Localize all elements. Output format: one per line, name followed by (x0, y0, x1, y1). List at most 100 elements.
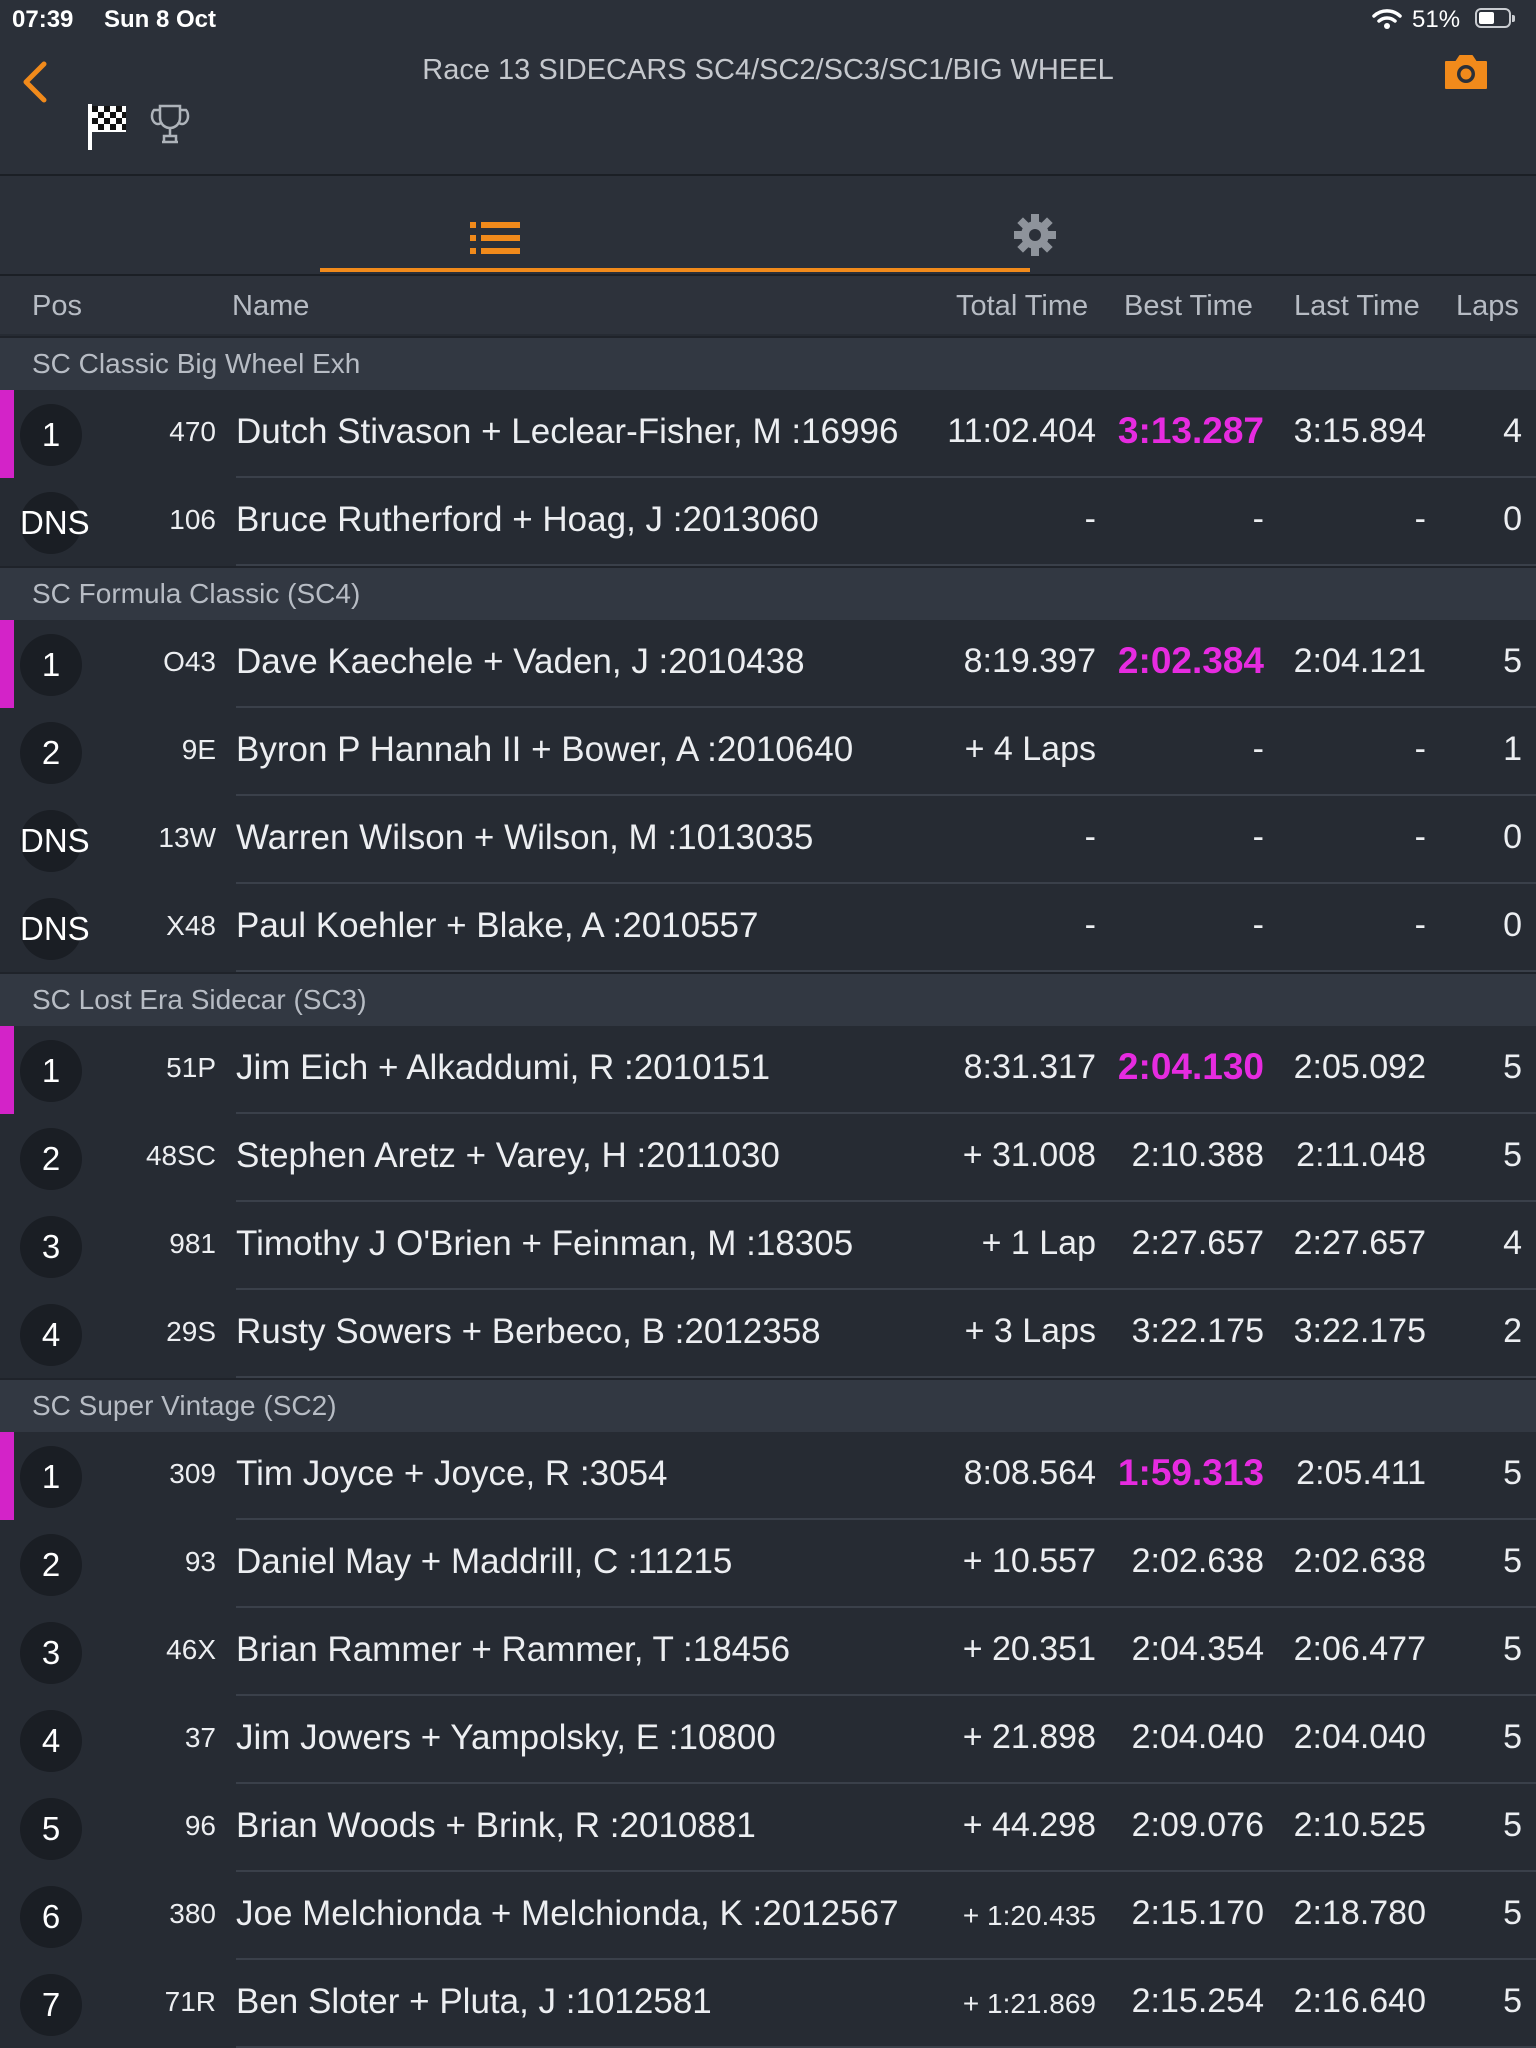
result-row[interactable]: 2 9E Byron P Hannah II + Bower, A :2010640… (0, 708, 1536, 796)
race-number: 46X (166, 1634, 216, 1665)
result-row[interactable]: 3 46X Brian Rammer + Rammer, T :18456 + 20.… (0, 1608, 1536, 1696)
last-time: 2:27.657 (1293, 1224, 1426, 1262)
class-group-header: SC Super Vintage (SC2) (0, 1378, 1536, 1432)
best-time: 2:15.170 (1131, 1894, 1264, 1932)
laps-count: 1 (1503, 730, 1522, 768)
col-best-time[interactable]: Best Time (1124, 290, 1253, 323)
rider-name: Ben Sloter + Pluta, J :1012581 (236, 1982, 712, 2021)
result-row[interactable]: 1 470 Dutch Stivason + Leclear-Fisher, M :… (0, 390, 1536, 478)
class-group-label: SC Lost Era Sidecar (SC3) (32, 984, 367, 1015)
race-number: 106 (169, 504, 216, 535)
col-pos[interactable]: Pos (32, 290, 82, 323)
race-number: 48SC (145, 1140, 216, 1171)
laps-count: 2 (1503, 1312, 1522, 1350)
camera-icon[interactable] (1442, 52, 1490, 97)
class-leader-bar (0, 390, 14, 478)
result-row[interactable]: 4 29S Rusty Sowers + Berbeco, B :2012358 + … (0, 1290, 1536, 1378)
race-header: Race 13 SIDECARS SC4/SC2/SC3/SC1/BIG WHE… (0, 40, 1536, 176)
laps-count: 5 (1503, 1894, 1522, 1932)
result-row[interactable]: 1 51P Jim Eich + Alkaddumi, R :2010151 8:31… (0, 1026, 1536, 1114)
result-row[interactable]: DNS 106 Bruce Rutherford + Hoag, J :201306… (0, 478, 1536, 566)
rider-name: Daniel May + Maddrill, C :11215 (236, 1542, 733, 1581)
position-badge: 2 (20, 1534, 82, 1596)
race-number: 981 (169, 1228, 216, 1259)
class-group-header: SC Lost Era Sidecar (SC3) (0, 972, 1536, 1026)
position-badge: 1 (20, 1446, 82, 1508)
position-badge: 6 (20, 1886, 82, 1948)
laps-count: 5 (1503, 1718, 1522, 1756)
laps-count: 0 (1503, 818, 1522, 856)
rider-name: Dutch Stivason + Leclear-Fisher, M :1699… (236, 412, 899, 451)
race-number: 309 (169, 1458, 216, 1489)
position-badge: 1 (20, 404, 82, 466)
result-row[interactable]: 1 O43 Dave Kaechele + Vaden, J :2010438 8:1… (0, 620, 1536, 708)
total-time: 8:31.317 (963, 1048, 1096, 1086)
rider-name: Stephen Aretz + Varey, H :2011030 (236, 1136, 780, 1175)
rider-name: Bruce Rutherford + Hoag, J :2013060 (236, 500, 819, 539)
last-time: 2:18.780 (1293, 1894, 1426, 1932)
class-group-header: SC Classic Big Wheel Exh (0, 336, 1536, 390)
last-time: 2:10.525 (1293, 1806, 1426, 1844)
position-badge: DNS (20, 810, 90, 872)
best-time: 2:04.354 (1131, 1630, 1264, 1668)
laps-count: 0 (1503, 500, 1522, 538)
settings-gear-icon[interactable] (1012, 212, 1058, 263)
result-row[interactable]: 1 309 Tim Joyce + Joyce, R :3054 8:08.564 1:… (0, 1432, 1536, 1520)
race-number: 9E (181, 734, 216, 765)
best-time: - (1252, 500, 1264, 538)
total-time: + 10.557 (962, 1542, 1096, 1580)
rider-name: Brian Woods + Brink, R :2010881 (236, 1806, 756, 1845)
last-time: - (1414, 906, 1426, 944)
position-badge: DNS (20, 898, 90, 960)
result-row[interactable]: DNS X48 Paul Koehler + Blake, A :2010557 - -… (0, 884, 1536, 972)
result-row[interactable]: 5 96 Brian Woods + Brink, R :2010881 + 44.2… (0, 1784, 1536, 1872)
result-row[interactable]: 7 71R Ben Sloter + Pluta, J :1012581 + 1:21… (0, 1960, 1536, 2048)
result-row[interactable]: 2 48SC Stephen Aretz + Varey, H :2011030 + … (0, 1114, 1536, 1202)
column-headers: Pos Name Total Time Best Time Last Time … (0, 276, 1536, 334)
laps-count: 5 (1503, 1982, 1522, 2020)
position-badge: 3 (20, 1622, 82, 1684)
class-leader-bar (0, 1026, 14, 1114)
result-row[interactable]: 4 37 Jim Jowers + Yampolsky, E :10800 + 21.… (0, 1696, 1536, 1784)
col-name[interactable]: Name (232, 290, 309, 323)
trophy-icon[interactable] (150, 102, 190, 151)
race-number: 96 (184, 1810, 216, 1841)
race-number: 37 (184, 1722, 216, 1753)
result-row[interactable]: DNS 13W Warren Wilson + Wilson, M :1013035… (0, 796, 1536, 884)
laps-count: 4 (1503, 1224, 1522, 1262)
total-time: + 3 Laps (964, 1312, 1096, 1350)
last-time: 2:05.092 (1293, 1048, 1426, 1086)
list-view-tab-icon[interactable] (470, 220, 520, 261)
total-time: - (1084, 500, 1096, 538)
col-last-time[interactable]: Last Time (1294, 290, 1420, 323)
status-time: 07:39 (12, 6, 74, 33)
best-time: 2:15.254 (1131, 1982, 1264, 2020)
total-time: + 44.298 (962, 1806, 1096, 1844)
best-time: - (1252, 818, 1264, 856)
result-row[interactable]: 3 981 Timothy J O'Brien + Feinman, M :1830… (0, 1202, 1536, 1290)
result-row[interactable]: 2 93 Daniel May + Maddrill, C :11215 + 10.5… (0, 1520, 1536, 1608)
result-row[interactable]: 6 380 Joe Melchionda + Melchionda, K :2012… (0, 1872, 1536, 1960)
best-time: 2:04.040 (1131, 1718, 1264, 1756)
checkered-flag-icon[interactable] (86, 102, 130, 157)
best-time: - (1252, 906, 1264, 944)
rider-name: Timothy J O'Brien + Feinman, M :18305 (236, 1224, 854, 1263)
race-number: 29S (166, 1316, 216, 1347)
laps-count: 5 (1503, 1048, 1522, 1086)
rider-name: Brian Rammer + Rammer, T :18456 (236, 1630, 791, 1669)
best-time: 3:13.287 (1117, 410, 1264, 451)
col-laps[interactable]: Laps (1456, 290, 1519, 323)
position-badge: 5 (20, 1798, 82, 1860)
col-total-time[interactable]: Total Time (956, 290, 1088, 323)
total-time: + 4 Laps (964, 730, 1096, 768)
total-time: + 20.351 (962, 1630, 1096, 1668)
race-title: Race 13 SIDECARS SC4/SC2/SC3/SC1/BIG WHE… (422, 54, 1114, 86)
rider-name: Warren Wilson + Wilson, M :1013035 (236, 818, 814, 857)
total-time: 8:19.397 (963, 642, 1096, 680)
class-leader-bar (0, 620, 14, 708)
best-time: 1:59.313 (1117, 1452, 1264, 1493)
total-time: + 21.898 (962, 1718, 1096, 1756)
position-badge: 4 (20, 1710, 82, 1772)
best-time: 3:22.175 (1131, 1312, 1264, 1350)
position-badge: 1 (20, 1040, 82, 1102)
